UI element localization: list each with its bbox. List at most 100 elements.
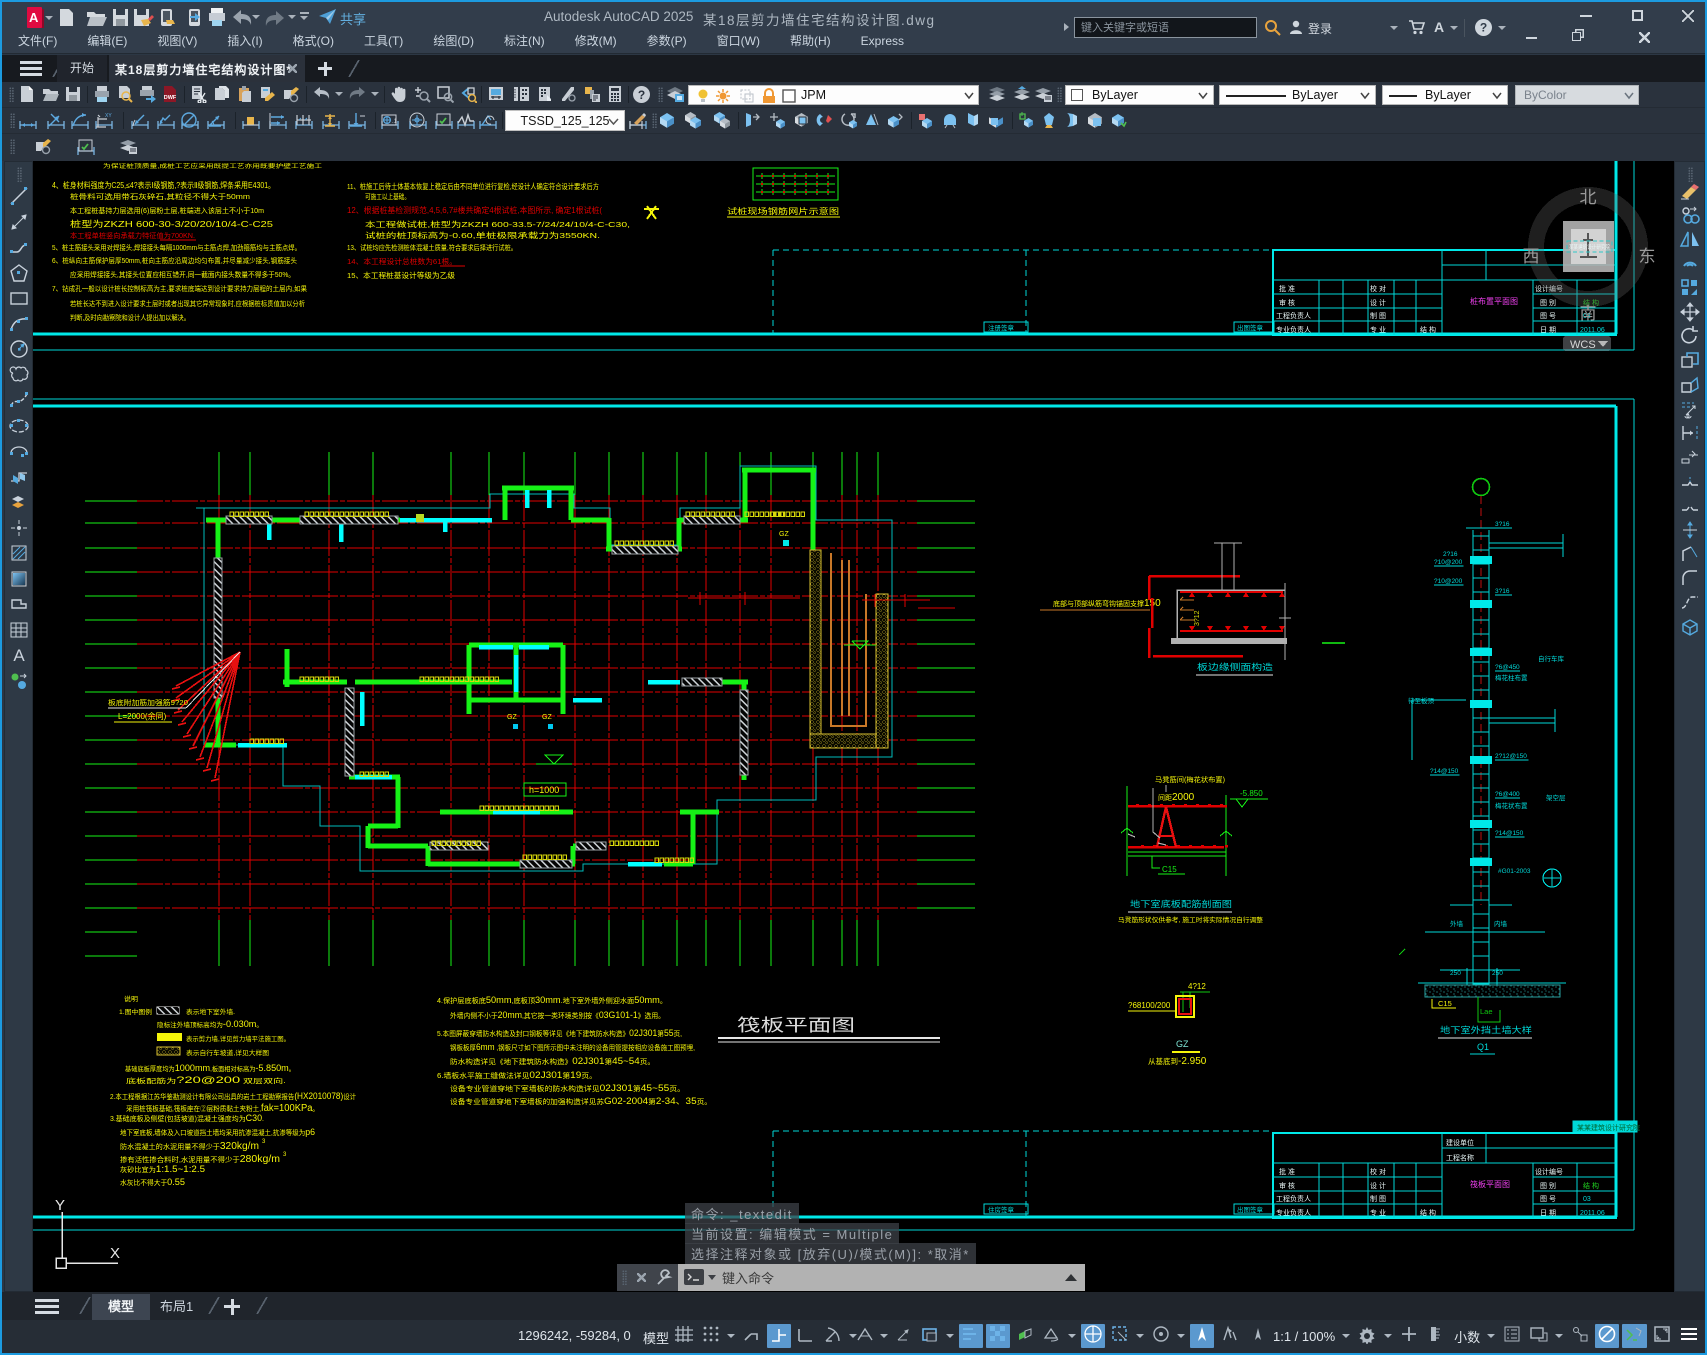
svg-text:WCS: WCS [1570, 339, 1596, 351]
svg-text:地下室外挡土墙大样: 地下室外挡土墙大样 [1440, 1025, 1533, 1035]
svg-text:4、桩身材料强度为C25,≤4?表示Ⅰ级钢筋,?表示Ⅱ级钢筋: 4、桩身材料强度为C25,≤4?表示Ⅰ级钢筋,?表示Ⅱ级钢筋,焊条采用E4301… [52, 180, 275, 190]
svg-text:2011.06: 2011.06 [1580, 1210, 1605, 1217]
svg-text:图 号: 图 号 [1540, 1195, 1556, 1203]
svg-text:-5.850: -5.850 [1240, 789, 1263, 798]
svg-text:4?12: 4?12 [1188, 982, 1206, 991]
svg-text:判断,及时向勘察院和设计人提出加以解决。: 判断,及时向勘察院和设计人提出加以解决。 [70, 313, 190, 322]
svg-text:.1: .1 [392, 119, 398, 125]
svg-text:地下室底板配筋剖面图: 地下室底板配筋剖面图 [1130, 899, 1232, 909]
svg-text:东: 东 [1639, 247, 1656, 266]
svg-text:板边缘侧面构造: 板边缘侧面构造 [1197, 662, 1274, 672]
svg-text:本工程单桩竖向承载力特征值为700KN.: 本工程单桩竖向承载力特征值为700KN. [70, 231, 195, 240]
svg-text:XY: XY [105, 113, 112, 119]
svg-text:设备专业管道穿地下室墙板的加强构造详见苏G02-2004第2: 设备专业管道穿地下室墙板的加强构造详见苏 G02-2004 第2-34、35 页。 [450, 1096, 712, 1106]
svg-text:5、桩主筋接头采用对焊接头,焊接接头每隔1000mm与主筋点: 5、桩主筋接头采用对焊接头,焊接接头每隔1000mm与主筋点焊,加劲箍筋均与主筋… [52, 243, 301, 252]
svg-text:表示自行车坡道,详见大样图: 表示自行车坡道,详见大样图 [186, 1048, 269, 1057]
svg-text:日 期: 日 期 [1540, 1209, 1556, 1217]
svg-text:间距2000: 间距2000 [1158, 792, 1195, 803]
svg-text:Y: Y [55, 1197, 65, 1214]
svg-text:#G01-2003: #G01-2003 [1498, 868, 1531, 875]
svg-text:批 准: 批 准 [1279, 284, 1295, 293]
svg-text:专 业: 专 业 [1370, 325, 1386, 334]
svg-text:6.墙板水平施工缝做法详见02J301第19页。: 6.墙板水平施工缝做法详见 02J301 第19页。 [437, 1070, 597, 1080]
svg-text:可施工以上基础。: 可施工以上基础。 [365, 192, 410, 201]
svg-text:设计编号: 设计编号 [1535, 1167, 1563, 1176]
svg-text:若桩长达不到进入设计要求土层时或者出现其它异常现象时,应根据: 若桩长达不到进入设计要求土层时或者出现其它异常现象时,应根据桩标贯值加以分析 [70, 299, 305, 308]
svg-text:底部与顶部纵筋弯钩锚固支撑150: 底部与顶部纵筋弯钩锚固支撑150 [1053, 598, 1161, 609]
svg-text:应采用焊接接头,其接头位置应相互错开,同一截面内接头数量不得: 应采用焊接接头,其接头位置应相互错开,同一截面内接头数量不得多于50%。 [70, 270, 295, 279]
svg-text:筏板平面图: 筏板平面图 [737, 1016, 855, 1035]
svg-text:12、根据桩基检测规范,4,5,6,7#楼共确定4根试桩,本: 12、根据桩基检测规范,4,5,6,7#楼共确定4根试桩,本图所示, 确定1根试… [347, 205, 602, 215]
svg-text:13、试桩均应先检测桩体混凝土质量,符合要求后择进行试桩。: 13、试桩均应先检测桩体混凝土质量,符合要求后择进行试桩。 [347, 243, 517, 252]
svg-text:设 计: 设 计 [1370, 1181, 1386, 1190]
svg-text:C15: C15 [1162, 865, 1177, 874]
svg-text:桩型为ZKZH 600-30-3/20/20/10/4-C-: 桩型为ZKZH 600-30-3/20/20/10/4-C-C25 [70, 219, 273, 229]
svg-text:11、桩施工后待土体基本恢复上稳定后由不同单位进行复检,经设: 11、桩施工后待土体基本恢复上稳定后由不同单位进行复检,经设计人确定符合设计要求… [347, 181, 599, 191]
svg-text:L=2000(余同): L=2000(余同) [118, 711, 167, 721]
svg-text:底板配筋为?20@200 双层双向.: 底板配筋为 ?20@200 双层双向. [126, 1075, 286, 1086]
svg-text:钢板板厚6mm ,钢板尺寸如下图所示图中未注明的设备用管提按: 钢板板厚6mm ,钢板尺寸如下图所示图中未注明的设备用管提按相应设备施工图预埋, [450, 1042, 695, 1052]
svg-text:板底附加筋加强筋9?20: 板底附加筋加强筋9?20 [108, 698, 188, 707]
svg-text:校 对: 校 对 [1370, 1167, 1386, 1176]
svg-text:3?16: 3?16 [1495, 521, 1510, 528]
svg-text:6、桩纵向主筋保护层厚50mm,桩向主筋应沿周边均匀布置,并: 6、桩纵向主筋保护层厚50mm,桩向主筋应沿周边均匀布置,并尽量减少接头,钢筋接… [52, 256, 297, 265]
svg-text:西: 西 [1523, 247, 1540, 266]
svg-text:某某建筑设计研究院: 某某建筑设计研究院 [1577, 1123, 1640, 1132]
svg-text:GZ: GZ [507, 714, 517, 721]
svg-text:Q1: Q1 [1477, 1042, 1489, 1052]
svg-text:DWF: DWF [164, 95, 177, 101]
svg-text:试桩的桩顶标高为-0.60,单桩极限承载力为3550KN.: 试桩的桩顶标高为-0.60,单桩极限承载力为3550KN. [365, 230, 600, 240]
svg-text:工程负责人: 工程负责人 [1276, 311, 1311, 320]
svg-text:建设单位: 建设单位 [1446, 1138, 1474, 1147]
svg-text:某某建筑设计研究院: 某某建筑设计研究院 [1569, 243, 1610, 251]
svg-text:?14@150: ?14@150 [1430, 768, 1459, 775]
svg-text:从基底到-2.950: 从基底到-2.950 [1148, 1056, 1207, 1067]
svg-text:注册签章: 注册签章 [988, 323, 1015, 332]
svg-text:住房签章: 住房签章 [988, 1205, 1015, 1214]
svg-text:灰砂比宜为1:1.5~1:2.5: 灰砂比宜为1:1.5~1:2.5 [120, 1164, 205, 1175]
svg-text:图 别: 图 别 [1540, 298, 1556, 307]
svg-text:地下室底板,墙体及入口坡道挡土墙均采用抗渗混凝土,抗渗等级为: 地下室底板,墙体及入口坡道挡土墙均采用抗渗混凝土,抗渗等级为p6 [120, 1127, 315, 1138]
svg-text:3?16: 3?16 [1495, 588, 1510, 595]
svg-text:架空层: 架空层 [1546, 793, 1566, 802]
svg-text:表示剪力墙,详见剪力墙平法施工图。: 表示剪力墙,详见剪力墙平法施工图。 [186, 1034, 290, 1043]
svg-text:h=1000: h=1000 [529, 785, 559, 795]
svg-text:?: ? [638, 88, 645, 102]
svg-text:桩骨料可选用带石灰碎石,其粒径不得大于50mm: 桩骨料可选用带石灰碎石,其粒径不得大于50mm [70, 192, 250, 201]
svg-text:表示地下室外墙.: 表示地下室外墙. [186, 1007, 235, 1016]
svg-text:日 期: 日 期 [1540, 326, 1556, 334]
svg-text:批 准: 批 准 [1279, 1167, 1295, 1176]
svg-text:为保证桩顶质量,成桩工艺应采用既提工艺亦用既要护壁工艺施工: 为保证桩顶质量,成桩工艺应采用既提工艺亦用既要护壁工艺施工 [103, 162, 323, 170]
svg-text:结 构: 结 构 [1583, 1181, 1599, 1190]
svg-text:结 构: 结 构 [1420, 1208, 1436, 1217]
svg-text:GZ: GZ [1176, 1039, 1189, 1049]
svg-text:专业负责人: 专业负责人 [1276, 1208, 1311, 1217]
svg-text:2?16: 2?16 [1443, 551, 1458, 558]
svg-text:梅花柱布置: 梅花柱布置 [1495, 673, 1528, 682]
svg-text:梅花状布置: 梅花状布置 [1495, 801, 1528, 810]
svg-text:5.本图屏蔽穿墙防水构造及封口钢板等详见《地下建筑防水构造》: 5.本图屏蔽穿墙防水构造及封口钢板等详见《地下建筑防水构造》02J301第55页… [437, 1028, 682, 1038]
svg-text:桩布置平面图: 桩布置平面图 [1470, 296, 1518, 306]
svg-text:马凳筋间(梅花状布置): 马凳筋间(梅花状布置) [1155, 775, 1225, 784]
svg-text:GZ: GZ [779, 531, 789, 538]
svg-text:北: 北 [1580, 188, 1597, 207]
svg-text:2.本工程根据江苏华鉴勘测设计有限公司出具的岩土工程勘察报告: 2.本工程根据江苏华鉴勘测设计有限公司出具的岩土工程勘察报告(HX2010078… [110, 1091, 356, 1101]
svg-text:设备专业管道穿地下室墙板的防水构造详见02J301第45~5: 设备专业管道穿地下室墙板的防水构造详见 02J301 第45~55 页。 [450, 1083, 685, 1093]
svg-text:筏板平面图: 筏板平面图 [1470, 1179, 1510, 1189]
svg-text:工程负责人: 工程负责人 [1276, 1194, 1311, 1203]
svg-text:隐标注外墙顶标高均为-0.030m。: 隐标注外墙顶标高均为-0.030m。 [157, 1019, 263, 1029]
svg-text:3: 3 [262, 1139, 266, 1145]
svg-text:水灰比不得大于0.55: 水灰比不得大于0.55 [120, 1177, 185, 1188]
svg-text:GZ: GZ [542, 714, 552, 721]
svg-text:本工程桩基持力层选用(6)层粉土层,桩端进入该层土不小于10: 本工程桩基持力层选用(6)层粉土层,桩端进入该层土不小于10m [70, 206, 264, 215]
svg-text:审 核: 审 核 [1279, 1181, 1295, 1190]
svg-text:制 图: 制 图 [1370, 1194, 1386, 1203]
svg-text:03: 03 [1583, 1196, 1591, 1203]
svg-text:出图签章: 出图签章 [1237, 1205, 1264, 1214]
svg-text:内墙: 内墙 [1494, 919, 1508, 928]
svg-text:采用桩筏板基础,筏板座在②层粉质黏土夹粉土,fak=100K: 采用桩筏板基础,筏板座在②层粉质黏土夹粉土,fak=100KPa。 [126, 1103, 319, 1114]
svg-text:A: A [13, 646, 25, 665]
svg-text:设 计: 设 计 [1370, 298, 1386, 307]
svg-text:C15: C15 [1438, 999, 1452, 1008]
svg-text:结 构: 结 构 [1420, 325, 1436, 334]
